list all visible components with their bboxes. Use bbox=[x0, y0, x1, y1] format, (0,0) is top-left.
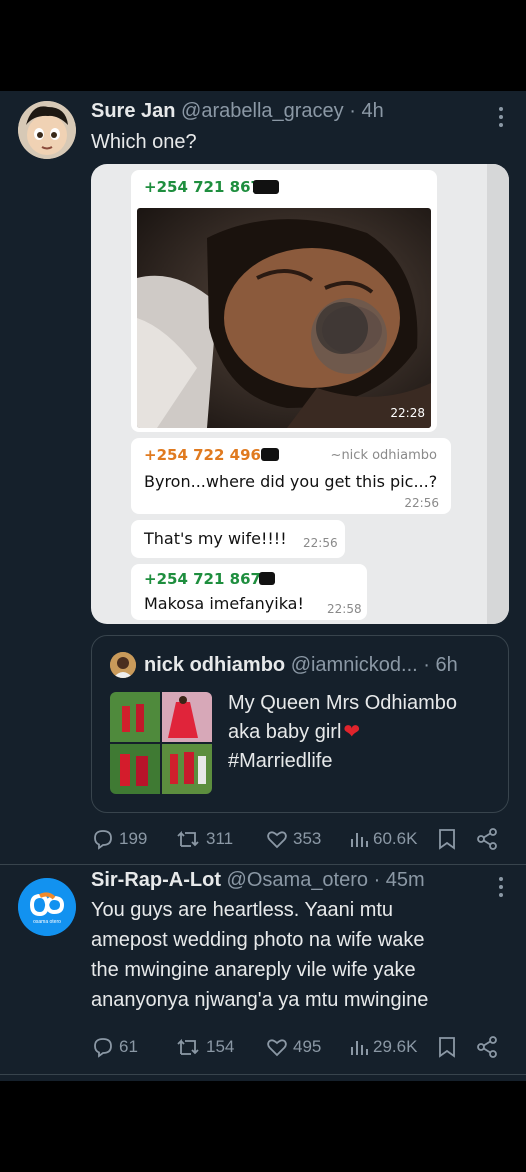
retweet-count: 154 bbox=[206, 1037, 235, 1056]
tweet-1[interactable]: Sure Jan @arabella_gracey · 4h Which one… bbox=[0, 91, 526, 864]
message-time: 22:56 bbox=[404, 496, 439, 510]
avatar[interactable] bbox=[18, 101, 76, 159]
tweet-text: You guys are heartless. Yaani mtu amepos… bbox=[91, 895, 428, 1015]
quote-avatar-image bbox=[110, 652, 136, 678]
timestamp[interactable]: · 4h bbox=[349, 100, 383, 122]
like-count: 353 bbox=[293, 829, 322, 848]
reply-icon bbox=[94, 1038, 112, 1058]
view-count: 29.6K bbox=[373, 1037, 418, 1056]
tweet-2[interactable]: osama otero Sir-Rap-A-Lot @Osama_otero ·… bbox=[0, 865, 526, 1075]
message-text: That's my wife!!!! bbox=[144, 529, 287, 548]
views-button[interactable]: 29.6K bbox=[349, 1032, 417, 1062]
more-icon[interactable] bbox=[498, 107, 504, 131]
reply-button[interactable]: 199 bbox=[91, 824, 147, 854]
retweet-count: 311 bbox=[206, 829, 234, 848]
tweet-line: the mwingine anareply vile wife yake bbox=[91, 959, 416, 981]
retweet-button[interactable]: 311 bbox=[176, 824, 233, 854]
tweet-header: Sir-Rap-A-Lot @Osama_otero · 45m bbox=[91, 869, 425, 892]
display-name[interactable]: Sure Jan bbox=[91, 100, 175, 122]
bookmark-icon bbox=[439, 1037, 455, 1058]
message-time: 22:56 bbox=[303, 536, 338, 550]
sender-phone: +254 722 4964 bbox=[144, 446, 272, 464]
timeline: Sure Jan @arabella_gracey · 4h Which one… bbox=[0, 91, 526, 1081]
quote-media-grid[interactable] bbox=[110, 692, 212, 794]
message-time: 22:58 bbox=[327, 602, 362, 616]
tweet-actions: 61 154 495 29.6K bbox=[91, 1032, 501, 1062]
heart-emoji-icon: ❤ bbox=[343, 721, 361, 743]
reply-button[interactable]: 61 bbox=[91, 1032, 138, 1062]
chat-message-question: +254 722 4964 ~nick odhiambo Byron...whe… bbox=[131, 438, 451, 514]
quote-timestamp[interactable]: · 6h bbox=[423, 654, 457, 676]
bookmark-button[interactable] bbox=[437, 824, 457, 854]
tweet-divider bbox=[0, 1074, 526, 1075]
retweet-button[interactable]: 154 bbox=[176, 1032, 234, 1062]
tweet-line: amepost wedding photo na wife wake bbox=[91, 929, 425, 951]
message-time: 22:28 bbox=[390, 406, 425, 420]
avatar-image bbox=[18, 878, 76, 936]
timestamp[interactable]: · 45m bbox=[374, 869, 425, 891]
views-button[interactable]: 60.6K bbox=[349, 824, 417, 854]
handle[interactable]: @Osama_otero bbox=[227, 869, 368, 891]
redaction-mark bbox=[259, 572, 275, 585]
quoted-tweet[interactable]: nick odhiambo @iamnickod... · 6h My Quee… bbox=[91, 635, 509, 813]
retweet-icon bbox=[177, 1038, 199, 1055]
reply-icon bbox=[94, 830, 112, 850]
like-icon bbox=[267, 831, 287, 849]
like-icon bbox=[267, 1039, 287, 1057]
share-icon bbox=[477, 1036, 497, 1058]
message-text: Makosa imefanyika! bbox=[144, 594, 304, 613]
avatar[interactable]: osama otero bbox=[18, 878, 76, 936]
view-count: 60.6K bbox=[373, 829, 418, 848]
sender-alias: ~nick odhiambo bbox=[330, 448, 437, 463]
share-button[interactable] bbox=[475, 1032, 499, 1062]
share-icon bbox=[477, 828, 497, 850]
message-text: Byron...where did you get this pic...? bbox=[144, 472, 438, 491]
sender-phone: +254 721 8677 bbox=[144, 570, 272, 588]
tweet-header: Sure Jan @arabella_gracey · 4h bbox=[91, 100, 384, 123]
quote-avatar[interactable] bbox=[110, 652, 136, 678]
more-icon[interactable] bbox=[498, 877, 504, 901]
redaction-mark bbox=[261, 448, 279, 461]
quote-display-name[interactable]: nick odhiambo bbox=[144, 654, 285, 676]
chat-message-reply: +254 721 8677 Makosa imefanyika! 22:58 bbox=[131, 564, 367, 620]
quote-text: My Queen Mrs Odhiambo aka baby girl ❤ #Ma… bbox=[228, 689, 457, 776]
like-button[interactable]: 353 bbox=[265, 824, 321, 854]
wedding-photos bbox=[110, 692, 212, 794]
bookmark-button[interactable] bbox=[437, 1032, 457, 1062]
attached-image[interactable]: +254 721 867 22:28 +254 722 4964 ~nick o… bbox=[91, 164, 509, 624]
chat-message-wife: That's my wife!!!! 22:56 bbox=[131, 520, 345, 558]
redaction-mark bbox=[253, 180, 279, 194]
display-name[interactable]: Sir-Rap-A-Lot bbox=[91, 869, 221, 891]
tweet-actions: 199 311 353 60.6K bbox=[91, 824, 501, 854]
photo bbox=[137, 208, 431, 428]
quote-header: nick odhiambo @iamnickod... · 6h bbox=[144, 654, 458, 677]
reply-count: 199 bbox=[119, 829, 148, 848]
sender-phone: +254 721 867 bbox=[144, 178, 261, 196]
avatar-image bbox=[18, 101, 76, 159]
tweet-text: Which one? bbox=[91, 131, 197, 153]
views-icon bbox=[351, 833, 368, 847]
avatar-text: osama otero bbox=[33, 919, 61, 925]
bookmark-icon bbox=[439, 829, 455, 850]
like-count: 495 bbox=[293, 1037, 322, 1056]
quote-line: My Queen Mrs Odhiambo bbox=[228, 692, 457, 714]
tweet-line: You guys are heartless. Yaani mtu bbox=[91, 899, 394, 921]
like-button[interactable]: 495 bbox=[265, 1032, 321, 1062]
quote-handle[interactable]: @iamnickod... bbox=[291, 654, 418, 676]
retweet-icon bbox=[177, 830, 199, 847]
share-button[interactable] bbox=[475, 824, 499, 854]
quote-line: aka baby girl bbox=[228, 721, 342, 743]
tweet-line: ananyonya njwang'a ya mtu mwingine bbox=[91, 989, 429, 1011]
quote-line-2: aka baby girl ❤ bbox=[228, 718, 457, 747]
hashtag-link[interactable]: #Marriedlife bbox=[228, 747, 457, 776]
views-icon bbox=[351, 1041, 368, 1055]
handle[interactable]: @arabella_gracey bbox=[181, 100, 344, 122]
reply-count: 61 bbox=[119, 1037, 138, 1056]
scroll-strip bbox=[487, 164, 509, 624]
chat-message-photo: +254 721 867 22:28 bbox=[131, 170, 437, 432]
